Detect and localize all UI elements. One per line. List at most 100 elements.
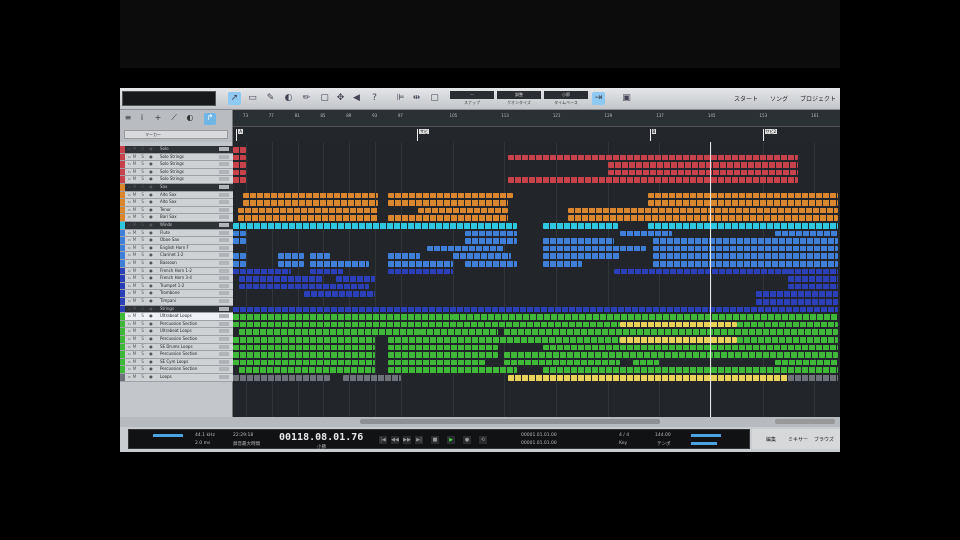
listen-tool-icon[interactable]: ◀ bbox=[350, 92, 363, 105]
event-clip[interactable] bbox=[647, 200, 839, 206]
event-clip[interactable] bbox=[788, 375, 839, 381]
event-clip[interactable] bbox=[387, 215, 509, 221]
track-header[interactable]: ▫M S ● Oboe Sax bbox=[120, 237, 233, 245]
event-clip[interactable] bbox=[278, 253, 305, 259]
folder-track[interactable]: ▫M S ● Strings bbox=[120, 305, 233, 314]
event-clip[interactable] bbox=[336, 276, 376, 282]
track-controls[interactable]: ▫M S ● bbox=[128, 328, 158, 335]
event-clip[interactable] bbox=[620, 337, 737, 343]
track-controls[interactable]: ▫M S ● bbox=[128, 344, 158, 351]
event-clip[interactable] bbox=[775, 359, 839, 366]
track-header[interactable]: ▫M S ● Percussion Section bbox=[120, 336, 233, 344]
expand-icon[interactable]: ≡ bbox=[122, 113, 134, 125]
track-controls[interactable]: ▫M S ● bbox=[128, 230, 158, 237]
track-header[interactable]: ▫M S ● Clarinet 1-2 bbox=[120, 252, 233, 260]
play-icon[interactable]: ▶ bbox=[447, 436, 455, 444]
add-track-icon[interactable]: + bbox=[152, 113, 164, 125]
folder-icon[interactable]: ↱ bbox=[204, 113, 216, 125]
track-controls[interactable]: ▫M S ● bbox=[128, 321, 158, 328]
color-icon[interactable]: ◐ bbox=[184, 113, 196, 125]
track-controls[interactable]: ▫M S ● bbox=[128, 207, 158, 214]
snap-select[interactable]: --- bbox=[450, 91, 494, 99]
track-header[interactable]: ▫M S ● Bari Sax bbox=[120, 214, 233, 222]
paint-tool-icon[interactable]: ✏ bbox=[300, 92, 313, 105]
track-header[interactable]: ▫M S ● French Horn 3-4 bbox=[120, 275, 233, 283]
event-clip[interactable] bbox=[542, 261, 582, 267]
track-controls[interactable]: ▫M S ● bbox=[128, 336, 158, 343]
event-clip[interactable] bbox=[652, 253, 839, 259]
autoscroll-icon[interactable]: ⇥ bbox=[592, 92, 605, 105]
bend-tool-icon[interactable]: ✥ bbox=[334, 92, 347, 105]
event-clip[interactable] bbox=[310, 268, 343, 275]
help-icon[interactable]: ? bbox=[368, 92, 381, 105]
end-icon[interactable]: ▶| bbox=[415, 436, 423, 444]
event-clip[interactable] bbox=[756, 291, 839, 297]
event-clip[interactable] bbox=[239, 283, 369, 290]
event-clip[interactable] bbox=[607, 169, 799, 176]
event-clip[interactable] bbox=[542, 367, 839, 373]
event-clip[interactable] bbox=[239, 276, 324, 282]
playhead[interactable] bbox=[709, 142, 711, 417]
event-clip[interactable] bbox=[504, 329, 839, 335]
event-clip[interactable] bbox=[233, 314, 401, 320]
start-button[interactable]: スタート bbox=[734, 94, 758, 103]
event-clip[interactable] bbox=[233, 375, 330, 381]
event-clip[interactable] bbox=[788, 276, 839, 282]
rewind-icon[interactable]: ◀◀ bbox=[391, 436, 399, 444]
record-icon[interactable]: ● bbox=[463, 436, 471, 444]
event-clip[interactable] bbox=[620, 230, 673, 237]
inspector-icon[interactable]: i bbox=[136, 113, 148, 125]
event-clip[interactable] bbox=[233, 147, 246, 153]
event-clip[interactable] bbox=[452, 253, 511, 259]
folder-track[interactable]: ▫M S ● Solo bbox=[120, 146, 233, 154]
event-clip[interactable] bbox=[504, 352, 839, 358]
event-clip[interactable] bbox=[242, 192, 378, 199]
folder-track[interactable]: ▫M S ● Winds bbox=[120, 222, 233, 230]
event-clip[interactable] bbox=[542, 223, 618, 229]
event-clip[interactable] bbox=[233, 261, 246, 267]
marker[interactable]: サビ bbox=[417, 129, 430, 141]
nudge-icon[interactable]: ⇹ bbox=[410, 92, 423, 105]
track-header[interactable]: ▫M S ● Percussion Section bbox=[120, 351, 233, 359]
event-clip[interactable] bbox=[387, 268, 453, 275]
event-clip[interactable] bbox=[652, 245, 839, 252]
project-button[interactable]: プロジェクト bbox=[800, 94, 836, 103]
scroll-thumb[interactable] bbox=[360, 419, 660, 424]
event-clip[interactable] bbox=[233, 223, 518, 229]
event-clip[interactable] bbox=[417, 207, 509, 214]
track-controls[interactable]: ▫M S ● bbox=[128, 268, 158, 275]
event-clip[interactable] bbox=[387, 367, 518, 373]
track-controls[interactable]: ▫M S ● bbox=[128, 192, 158, 199]
automation-icon[interactable]: ⟋ bbox=[168, 113, 180, 125]
track-header[interactable]: ▫M S ● Solo Strings bbox=[120, 176, 233, 184]
event-clip[interactable] bbox=[568, 215, 839, 221]
track-controls[interactable]: ▫M S ● bbox=[128, 169, 158, 176]
event-clip[interactable] bbox=[342, 375, 401, 381]
event-clip[interactable] bbox=[652, 238, 839, 244]
nudge-left-icon[interactable]: ⊫ bbox=[394, 92, 407, 105]
track-controls[interactable]: ▫M S ● bbox=[128, 290, 158, 297]
track-header[interactable]: ▫M S ● Bassoon bbox=[120, 260, 233, 268]
track-header[interactable]: ▫M S ● Ultrabeat Loops bbox=[120, 328, 233, 336]
event-clip[interactable] bbox=[420, 329, 498, 335]
event-clip[interactable] bbox=[542, 245, 647, 252]
event-clip[interactable] bbox=[400, 314, 453, 320]
event-clip[interactable] bbox=[233, 177, 246, 183]
event-clip[interactable] bbox=[233, 359, 376, 366]
tempo[interactable]: 144.00 bbox=[655, 433, 671, 438]
song-button[interactable]: ソング bbox=[770, 94, 788, 103]
track-header[interactable]: ▫M S ● Percussion Section bbox=[120, 320, 233, 329]
track-header[interactable]: ▫M S ● English Horn F bbox=[120, 244, 233, 253]
event-clip[interactable] bbox=[647, 223, 839, 229]
loop-end[interactable]: 00001.01.01.00 bbox=[521, 441, 557, 446]
track-controls[interactable]: ▫M S ● bbox=[128, 184, 158, 191]
event-clip[interactable] bbox=[238, 215, 378, 221]
timeline-ruler[interactable]: 73 77 81 85 89 93 97 105 113 121 129 137 145 153 161 bbox=[233, 110, 840, 127]
save-icon[interactable]: ▣ bbox=[620, 92, 633, 105]
track-header[interactable]: ▫M S ● Trombone bbox=[120, 290, 233, 298]
track-controls[interactable]: ▫M S ● bbox=[128, 214, 158, 221]
arrow-tool-icon[interactable]: ➚ bbox=[228, 92, 241, 105]
event-clip[interactable] bbox=[568, 207, 839, 214]
browse-button[interactable]: ブラウズ bbox=[814, 436, 834, 443]
track-controls[interactable]: ▫M S ● bbox=[128, 351, 158, 358]
